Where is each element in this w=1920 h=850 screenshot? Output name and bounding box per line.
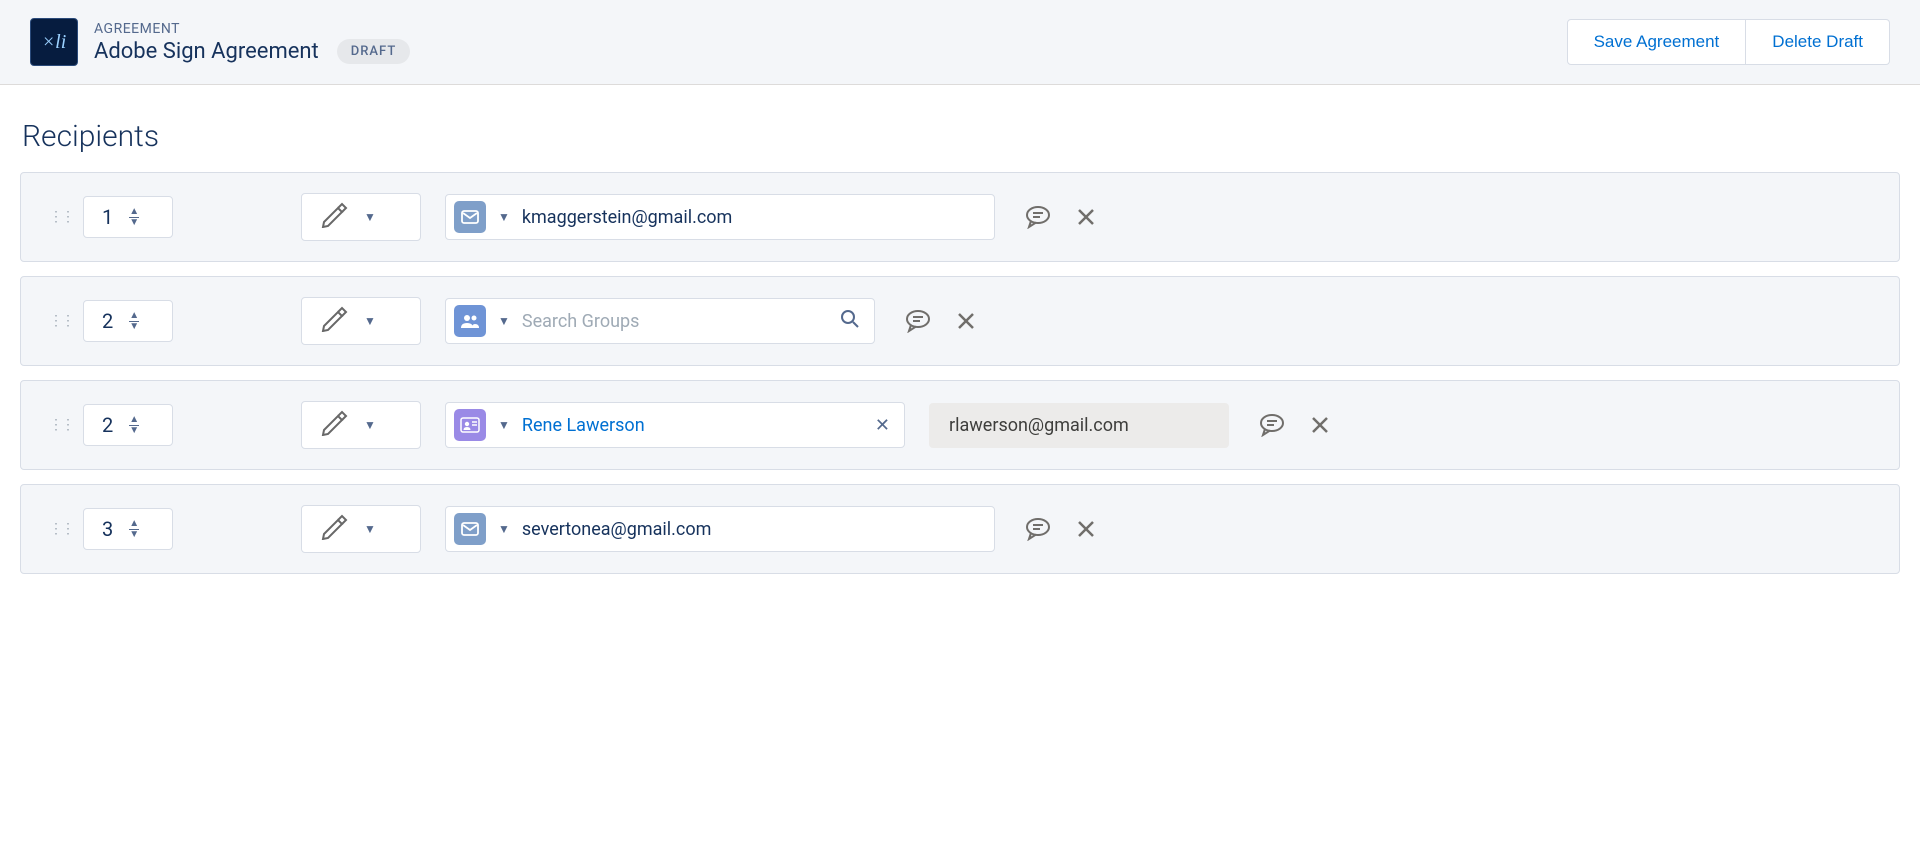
recipient-contact-lookup[interactable]: ▼ Rene Lawerson ✕ (445, 402, 905, 448)
header-left: ×li AGREEMENT Adobe Sign Agreement DRAFT (30, 18, 410, 66)
remove-recipient-icon[interactable] (1075, 518, 1097, 540)
message-icon[interactable] (1025, 517, 1051, 541)
contact-type-icon (454, 409, 486, 441)
order-stepper[interactable]: 2 ▲▼ (83, 404, 173, 446)
remove-recipient-icon[interactable] (1075, 206, 1097, 228)
signer-pen-icon (320, 306, 348, 336)
caret-down-icon: ▼ (364, 314, 376, 328)
recipients-section: Recipients ⋮⋮ 1 ▲▼ ▼ ▼ kmaggerstein@gmai… (0, 85, 1920, 574)
recipient-resolved-email: rlawerson@gmail.com (929, 403, 1229, 448)
caret-down-icon: ▼ (364, 210, 376, 224)
remove-recipient-icon[interactable] (1309, 414, 1331, 436)
clear-contact-icon[interactable]: ✕ (875, 415, 890, 436)
role-select[interactable]: ▼ (301, 297, 421, 345)
header-title-row: Adobe Sign Agreement DRAFT (94, 39, 410, 64)
header-actions: Save Agreement Delete Draft (1567, 19, 1890, 65)
message-icon[interactable] (1259, 413, 1285, 437)
recipient-row: ⋮⋮ 1 ▲▼ ▼ ▼ kmaggerstein@gmail.com (20, 172, 1900, 262)
recipient-input[interactable]: ▼ kmaggerstein@gmail.com (445, 194, 995, 240)
recipient-input[interactable]: ▼ severtonea@gmail.com (445, 506, 995, 552)
section-title: Recipients (22, 119, 1900, 154)
delete-draft-button[interactable]: Delete Draft (1746, 19, 1890, 65)
group-search-placeholder: Search Groups (522, 311, 828, 332)
save-agreement-button[interactable]: Save Agreement (1567, 19, 1747, 65)
order-number: 3 (96, 517, 113, 541)
row-actions (905, 309, 977, 333)
order-number: 2 (96, 413, 113, 437)
group-type-icon (454, 305, 486, 337)
stepper-arrows-icon[interactable]: ▲▼ (129, 416, 139, 435)
signer-pen-icon (320, 410, 348, 440)
stepper-arrows-icon[interactable]: ▲▼ (129, 520, 139, 539)
recipient-row: ⋮⋮ 3 ▲▼ ▼ ▼ severtonea@gmail.com (20, 484, 1900, 574)
row-actions (1259, 413, 1331, 437)
type-caret-down-icon[interactable]: ▼ (498, 522, 510, 536)
page-header: ×li AGREEMENT Adobe Sign Agreement DRAFT… (0, 0, 1920, 85)
status-badge: DRAFT (337, 39, 411, 64)
type-caret-down-icon[interactable]: ▼ (498, 418, 510, 432)
drag-handle-icon[interactable]: ⋮⋮ (49, 209, 59, 225)
caret-down-icon: ▼ (364, 418, 376, 432)
row-actions (1025, 517, 1097, 541)
order-stepper[interactable]: 3 ▲▼ (83, 508, 173, 550)
message-icon[interactable] (905, 309, 931, 333)
email-type-icon (454, 513, 486, 545)
recipient-row: ⋮⋮ 2 ▲▼ ▼ ▼ Rene Lawerson ✕ rlawerson@gm… (20, 380, 1900, 470)
recipient-group-search[interactable]: ▼ Search Groups (445, 298, 875, 344)
role-select[interactable]: ▼ (301, 401, 421, 449)
order-number: 1 (96, 205, 113, 229)
stepper-arrows-icon[interactable]: ▲▼ (129, 312, 139, 331)
recipient-email-value: severtonea@gmail.com (522, 519, 980, 540)
drag-handle-icon[interactable]: ⋮⋮ (49, 521, 59, 537)
remove-recipient-icon[interactable] (955, 310, 977, 332)
recipient-row: ⋮⋮ 2 ▲▼ ▼ ▼ Search Groups (20, 276, 1900, 366)
message-icon[interactable] (1025, 205, 1051, 229)
order-stepper[interactable]: 2 ▲▼ (83, 300, 173, 342)
email-type-icon (454, 201, 486, 233)
drag-handle-icon[interactable]: ⋮⋮ (49, 417, 59, 433)
drag-handle-icon[interactable]: ⋮⋮ (49, 313, 59, 329)
order-stepper[interactable]: 1 ▲▼ (83, 196, 173, 238)
role-select[interactable]: ▼ (301, 505, 421, 553)
page-title: Adobe Sign Agreement (94, 39, 319, 64)
search-icon[interactable] (840, 309, 860, 333)
row-actions (1025, 205, 1097, 229)
type-caret-down-icon[interactable]: ▼ (498, 210, 510, 224)
signer-pen-icon (320, 202, 348, 232)
header-eyebrow: AGREEMENT (94, 21, 410, 37)
recipient-contact-name[interactable]: Rene Lawerson (522, 415, 863, 436)
signer-pen-icon (320, 514, 348, 544)
recipient-email-value: kmaggerstein@gmail.com (522, 207, 980, 228)
type-caret-down-icon[interactable]: ▼ (498, 314, 510, 328)
stepper-arrows-icon[interactable]: ▲▼ (129, 208, 139, 227)
caret-down-icon: ▼ (364, 522, 376, 536)
header-titles: AGREEMENT Adobe Sign Agreement DRAFT (94, 21, 410, 64)
role-select[interactable]: ▼ (301, 193, 421, 241)
order-number: 2 (96, 309, 113, 333)
adobe-sign-app-icon: ×li (30, 18, 78, 66)
